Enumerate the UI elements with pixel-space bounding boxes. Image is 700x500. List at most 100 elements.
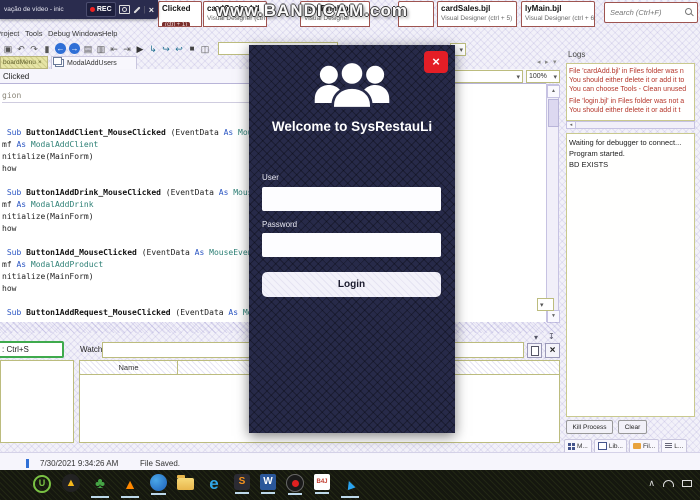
firefox-icon[interactable]: [150, 474, 167, 495]
scrollbar-thumb[interactable]: [548, 99, 559, 127]
tab-scroll-left-icon[interactable]: ◂: [537, 58, 541, 66]
sublime-icon[interactable]: S: [234, 474, 250, 494]
bandicam-icon[interactable]: [286, 474, 304, 495]
logs-panel: Logs File 'cardAdd.bjl' in Files folder …: [562, 44, 700, 456]
log-message-line: Program started.: [569, 149, 625, 158]
editor-scrollbar[interactable]: ▲ ▼: [546, 84, 560, 323]
status-timestamp: 7/30/2021 9:34:26 AM: [40, 459, 119, 468]
panel-tabs: M... Lib... Fil... L...: [564, 439, 688, 453]
menu-tools[interactable]: Tools: [25, 29, 43, 38]
tab-subtitle: Visual Designer (ctrl + 6): [525, 15, 595, 22]
users-icon: [314, 60, 390, 110]
camera-icon[interactable]: [118, 5, 130, 14]
step-into-icon[interactable]: ↳: [148, 43, 158, 55]
password-field[interactable]: [262, 233, 441, 257]
watch-add-button[interactable]: [527, 343, 542, 358]
scroll-left-icon[interactable]: ◂: [567, 122, 576, 128]
status-message: File Saved.: [140, 459, 181, 468]
tab-menu-icon[interactable]: ▾: [553, 58, 557, 66]
search-input[interactable]: [608, 7, 685, 18]
panel-tab-icon: [632, 443, 641, 449]
designer-zoom-dropdown[interactable]: 100% ▾: [526, 70, 560, 83]
log-warning-line: You should either delete it or add it t: [569, 107, 681, 114]
run-icon[interactable]: ▶: [135, 43, 145, 55]
menu-debug[interactable]: Debug: [48, 29, 70, 38]
breakpoints-panel: [0, 360, 74, 443]
search-box: [604, 2, 698, 23]
page-icon: [530, 345, 539, 356]
record-button[interactable]: REC: [85, 2, 116, 17]
wifi-icon[interactable]: [663, 480, 674, 487]
panel-tab-1[interactable]: Lib...: [593, 439, 627, 453]
zoom-value: 100%: [529, 73, 547, 80]
recorder-bar: vação de vídeo - inic REC | ×: [0, 0, 158, 19]
navigate-back-icon[interactable]: ←: [55, 43, 66, 54]
user-field[interactable]: [262, 187, 441, 211]
utorrent-icon[interactable]: U: [32, 474, 52, 494]
menu-help[interactable]: Help: [102, 29, 117, 38]
panel-tab-2[interactable]: Fil...: [628, 439, 660, 453]
scroll-up-icon[interactable]: ▲: [547, 85, 560, 98]
close-icon[interactable]: ×: [38, 59, 42, 66]
clover-icon[interactable]: ♣: [90, 474, 110, 498]
panel-tab-icon: [568, 442, 575, 450]
vlc-icon[interactable]: ▲: [120, 474, 140, 498]
editor-dropdown[interactable]: ▾: [537, 298, 554, 311]
outdent-icon[interactable]: ⇤: [109, 43, 119, 55]
status-bar: 7/30/2021 9:34:26 AM File Saved.: [0, 452, 700, 471]
designer-variant-dropdown[interactable]: ▾: [445, 70, 523, 83]
panel-tab-icon: [665, 443, 673, 449]
menu-project[interactable]: Project: [0, 29, 19, 38]
editor-tab-boardmenu[interactable]: boardMenu ×: [0, 56, 48, 69]
clear-button[interactable]: Clear: [618, 420, 647, 434]
system-tray: ∧: [648, 478, 692, 489]
taskbar: U ▲ ♣ ▲ e S W B4J ▲ ∧: [0, 470, 700, 500]
close-icon[interactable]: ×: [149, 5, 154, 15]
editor-tab-modaladdusers[interactable]: ModalAddUsers: [51, 56, 137, 69]
logs-hscrollbar[interactable]: ◂: [566, 121, 695, 129]
explorer-icon[interactable]: [177, 475, 194, 490]
tab-title: lyMain.bjl: [525, 4, 562, 13]
login-button[interactable]: Login: [262, 272, 441, 297]
stop-icon[interactable]: ■: [187, 43, 197, 55]
user-label: User: [262, 173, 279, 182]
panel-tab-3[interactable]: L...: [661, 439, 688, 453]
logs-title: Logs: [568, 50, 586, 59]
save-icon[interactable]: ▣: [3, 43, 13, 55]
bookmark-icon[interactable]: ▮: [42, 43, 52, 55]
pause-icon[interactable]: ◫: [200, 43, 210, 55]
column-name[interactable]: Name: [80, 361, 178, 374]
panel-tab-0[interactable]: M...: [564, 439, 592, 453]
b4j-icon[interactable]: B4J: [314, 474, 330, 494]
panel-collapse-icon[interactable]: ▾: [534, 333, 538, 342]
uncomment-icon[interactable]: ▥: [96, 43, 106, 55]
status-icon: [26, 459, 29, 468]
display-icon[interactable]: [682, 480, 692, 487]
redo-icon[interactable]: ↷: [29, 43, 39, 55]
word-icon[interactable]: W: [260, 474, 276, 494]
tab-scroll-right-icon[interactable]: ▸: [545, 58, 549, 66]
tab-lymain[interactable]: lyMain.bjl Visual Designer (ctrl + 6): [521, 1, 595, 27]
watch-clear-button[interactable]: ×: [545, 343, 560, 358]
undo-icon[interactable]: ↶: [16, 43, 26, 55]
window-icon: [53, 57, 64, 67]
method-dropdown[interactable]: Clicked: [3, 72, 29, 81]
edge-icon[interactable]: e: [204, 474, 224, 494]
panel-pin-icon[interactable]: ↧: [548, 332, 555, 341]
menu-windows[interactable]: Windows: [72, 29, 102, 38]
downloader-icon[interactable]: ▲: [62, 474, 80, 492]
pencil-icon[interactable]: [133, 5, 141, 14]
indent-icon[interactable]: ⇥: [122, 43, 132, 55]
navigate-forward-icon[interactable]: →: [69, 43, 80, 54]
step-over-icon[interactable]: ↪: [161, 43, 171, 55]
modal-close-button[interactable]: ×: [424, 51, 448, 73]
shortcut-hint: : Ctrl+S: [0, 341, 64, 358]
comment-icon[interactable]: ▤: [83, 43, 93, 55]
app-icon[interactable]: ▲: [340, 474, 360, 498]
record-dot-icon: [89, 7, 95, 12]
editor-tab-label: boardMenu: [3, 59, 36, 66]
kill-process-button[interactable]: Kill Process: [566, 420, 613, 434]
step-out-icon[interactable]: ↩: [174, 43, 184, 55]
tray-chevron-icon[interactable]: ∧: [648, 478, 655, 489]
log-warning-line: You should either delete it or add it to: [569, 77, 685, 84]
